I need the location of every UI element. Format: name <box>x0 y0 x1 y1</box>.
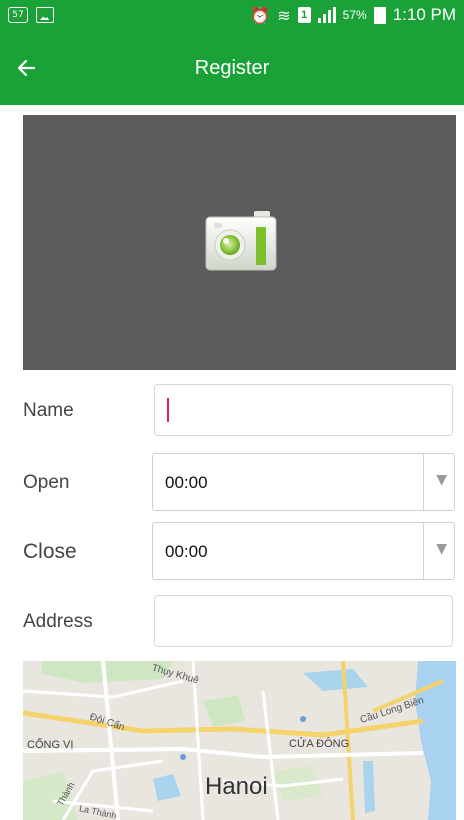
wifi-icon: ≋ <box>277 5 291 25</box>
map-view[interactable]: Thụy Khuê Cầu Long Biên Đội Cấn CỐNG VỊ … <box>23 661 456 820</box>
triangle-down-icon: ▼ <box>436 541 447 557</box>
battery-percent: 57% <box>342 8 367 22</box>
app-bar: Register <box>0 32 464 105</box>
battery-charging-icon <box>373 6 386 24</box>
notification-count-icon: 57 <box>8 7 28 23</box>
sim-icon: 1 <box>297 7 311 23</box>
alarm-icon: ⏰ <box>250 5 271 25</box>
status-bar: 57 ⏰ ≋ 1 57% 1:10 PM <box>0 0 464 32</box>
image-notification-icon <box>36 7 54 23</box>
triangle-down-icon: ▼ <box>436 472 447 488</box>
close-label: Close <box>23 540 77 563</box>
camera-icon <box>205 211 277 271</box>
address-label: Address <box>23 611 93 632</box>
photo-picker[interactable] <box>23 115 456 370</box>
map-city-label: Hanoi <box>205 773 268 800</box>
open-time-select[interactable]: 00:00 ▼ <box>152 453 455 511</box>
text-cursor <box>167 398 169 422</box>
open-label: Open <box>23 472 70 493</box>
page-title: Register <box>194 57 270 79</box>
signal-icon <box>317 7 336 23</box>
map-label-cong-vi: CỐNG VỊ <box>27 739 74 751</box>
name-label: Name <box>23 400 74 421</box>
map-label-cua-dong: CỬA ĐÔNG <box>289 738 350 750</box>
select-divider <box>423 454 424 510</box>
close-time-select[interactable]: 00:00 ▼ <box>152 522 455 580</box>
close-time-value: 00:00 <box>165 542 208 561</box>
open-time-value: 00:00 <box>165 473 208 492</box>
select-divider <box>423 523 424 579</box>
address-input[interactable] <box>154 595 453 647</box>
status-time: 1:10 PM <box>392 5 456 24</box>
name-input[interactable] <box>154 384 453 436</box>
